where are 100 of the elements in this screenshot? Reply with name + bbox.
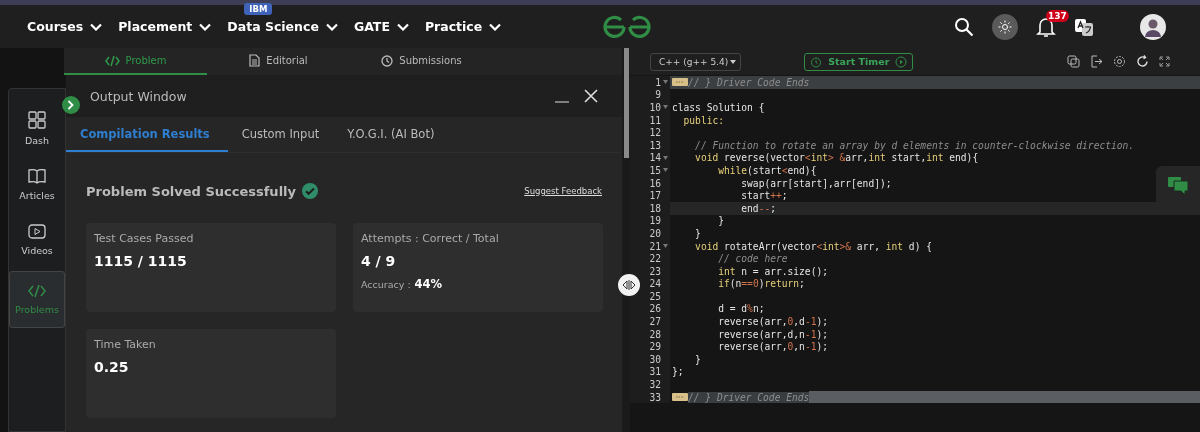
nav-menu-item[interactable]: Data Science <box>227 19 338 34</box>
code-line: } <box>717 215 724 227</box>
video-icon <box>28 224 46 239</box>
code-line: void reverse(vector<int> &arr,int start,int end){ <box>694 152 979 164</box>
code-line: while(start<end){ <box>717 164 817 176</box>
chevron-down-icon <box>90 22 103 31</box>
line-number: 10 <box>649 102 661 113</box>
code-line: // code here <box>717 253 788 265</box>
nav-badge: IBM <box>244 3 273 15</box>
resize-icon <box>622 280 636 290</box>
line-number: 16 <box>649 177 661 189</box>
language-select[interactable]: C++ (g++ 5.4) <box>650 52 742 71</box>
line-number: 21 <box>649 240 661 252</box>
line-number: 9 <box>655 89 661 101</box>
import-icon[interactable] <box>1090 55 1103 68</box>
stat-value: 1115 / 1115 <box>94 253 188 269</box>
code-line: end--; <box>740 202 776 214</box>
notification-badge: 137 <box>1046 9 1069 22</box>
clock-icon <box>381 54 394 67</box>
code-icon <box>104 54 120 67</box>
sun-icon <box>998 19 1012 34</box>
stat-label: Time Taken <box>94 338 157 351</box>
nav-menu-item[interactable]: Placement <box>118 19 212 34</box>
line-number: 15 <box>649 164 661 176</box>
nav-menu-item[interactable]: Courses <box>27 19 103 34</box>
expand-button[interactable] <box>62 96 80 114</box>
theme-toggle[interactable] <box>992 13 1018 40</box>
line-number: 22 <box>649 253 661 265</box>
panel-title: Output Window <box>90 88 187 104</box>
code-line: d = d%n; <box>717 303 765 315</box>
fold-arrow-icon[interactable] <box>663 80 668 85</box>
problem-tab[interactable]: Editorial <box>207 48 350 75</box>
output-tab[interactable]: Y.O.G.I. (AI Bot) <box>333 117 449 152</box>
fullscreen-icon[interactable] <box>1159 56 1170 67</box>
line-number: 28 <box>649 328 661 340</box>
line-number: 33 <box>649 391 661 403</box>
avatar-icon[interactable] <box>1140 13 1166 40</box>
code-line: void rotateArr(vector<int>& arr, int d) { <box>694 240 932 252</box>
line-number: 31 <box>649 366 661 378</box>
problem-tab[interactable]: Submissions <box>350 48 493 75</box>
line-number: 32 <box>649 379 661 391</box>
output-tab[interactable]: Custom Input <box>227 117 334 152</box>
stat-value: 4 / 9 <box>361 253 397 269</box>
code-line: reverse(arr,0,d-1); <box>717 316 828 328</box>
start-timer-button[interactable]: Start Timer <box>804 52 914 71</box>
book-icon <box>28 167 46 184</box>
fold-arrow-icon[interactable] <box>663 244 668 248</box>
logo-icon <box>602 14 652 39</box>
chevron-down-icon <box>396 22 409 31</box>
code-line: // } Driver Code Ends <box>688 76 810 88</box>
chevron-right-icon <box>67 100 75 110</box>
accuracy-value: 44% <box>414 277 443 291</box>
sidebar-item[interactable]: Articles <box>9 159 65 209</box>
code-line: reverse(arr,0,n-1); <box>717 341 828 353</box>
feedback-link[interactable]: Suggest Feedback <box>524 186 602 196</box>
sidebar-item[interactable]: Videos <box>9 215 65 265</box>
caret-icon <box>730 59 737 64</box>
sidebar-item[interactable]: Dash <box>9 103 65 153</box>
check-circle-icon <box>302 183 318 199</box>
code-line: public: <box>682 114 724 126</box>
chevron-down-icon <box>325 22 338 31</box>
line-number: 25 <box>649 290 661 302</box>
code-line: reverse(arr,d,n-1); <box>717 328 828 340</box>
accuracy-label: Accuracy : <box>361 279 411 290</box>
code-line: int n = arr.size(); <box>717 265 828 277</box>
search-icon[interactable] <box>954 16 974 37</box>
reset-icon[interactable] <box>1136 55 1149 68</box>
line-number: 18 <box>649 202 661 214</box>
code-line: class Solution { <box>672 102 765 113</box>
code-icon <box>28 284 46 298</box>
line-number: 11 <box>649 114 661 126</box>
stat-label: Test Cases Passed <box>94 232 195 245</box>
close-icon[interactable] <box>584 89 598 103</box>
line-number: 20 <box>649 227 661 239</box>
code-line: swap(arr[start],arr[end]); <box>740 177 892 189</box>
nav-menu-item[interactable]: Practice <box>424 19 502 34</box>
settings-icon[interactable] <box>1113 55 1126 68</box>
translate-icon[interactable] <box>1074 16 1094 37</box>
chat-icon <box>1168 177 1188 195</box>
line-number: 14 <box>649 152 661 164</box>
code-line: // Function to rotate an array by d elements in counter-clockwise direction. <box>694 139 1135 151</box>
folded-code-icon[interactable] <box>672 393 688 402</box>
scrollbar-thumb[interactable] <box>623 48 629 158</box>
alarm-icon <box>810 55 823 68</box>
nav-menu-item[interactable]: GATE <box>353 19 409 34</box>
fold-arrow-icon[interactable] <box>663 155 668 160</box>
copy-icon[interactable] <box>1067 55 1080 68</box>
line-number: 1 <box>655 76 661 88</box>
fold-arrow-icon[interactable] <box>663 105 668 110</box>
line-number: 29 <box>649 341 661 353</box>
fold-arrow-icon[interactable] <box>663 168 668 173</box>
dashboard-icon <box>28 110 46 129</box>
line-number: 17 <box>649 190 661 202</box>
line-number: 24 <box>649 278 661 290</box>
code-line: } <box>694 353 701 365</box>
output-tab[interactable]: Compilation Results <box>66 117 228 152</box>
code-line: start++; <box>740 190 788 202</box>
line-number: 12 <box>649 127 661 139</box>
folded-code-icon[interactable] <box>672 78 688 87</box>
chevron-down-icon <box>199 22 212 31</box>
